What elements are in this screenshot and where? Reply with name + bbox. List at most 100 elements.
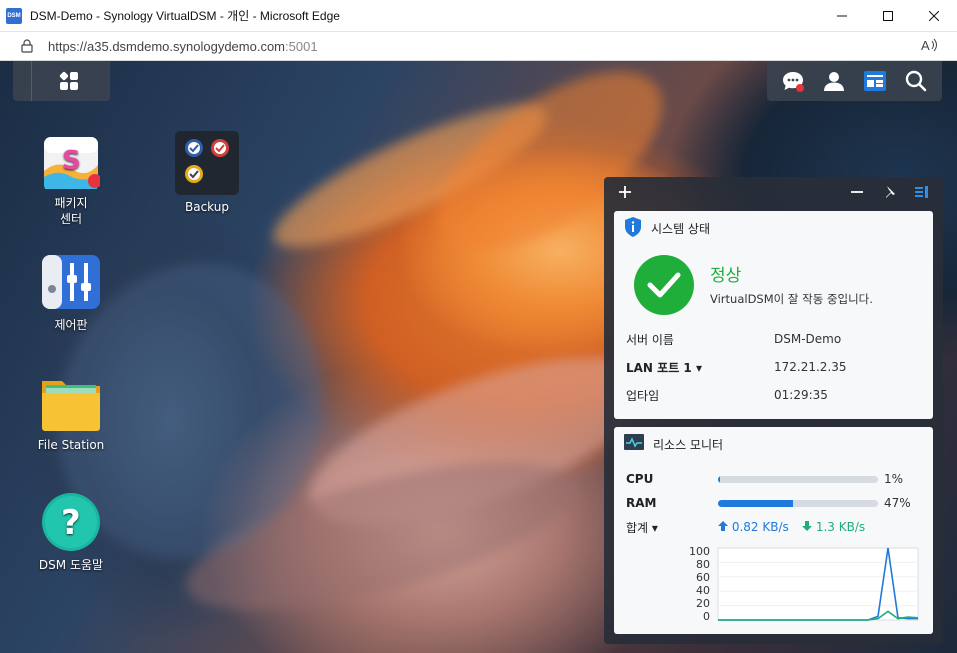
url-text[interactable]: https://a35.dsmdemo.synologydemo.com:500… [48,39,318,54]
ram-row: RAM 47% [614,491,933,515]
resource-monitor-title: 리소스 모니터 [653,437,724,452]
dsm-app-icon: DSM [6,7,22,24]
dsm-desktop[interactable]: S 패키지 센터 Backup 제어판 File Station ? DSM 도… [0,61,957,653]
close-icon [929,11,939,21]
minimize-widget-button[interactable] [848,183,866,201]
ram-percent: 47% [884,496,911,510]
y-tick-label: 100 [689,545,710,558]
y-tick-label: 60 [696,571,710,584]
read-aloud-icon[interactable]: A [921,38,939,56]
system-status-title: 시스템 상태 [651,221,711,236]
pin-widget-button[interactable] [880,183,898,201]
y-tick-label: 0 [703,610,710,623]
svg-text:S: S [62,146,81,176]
system-status-widget: 시스템 상태 정상 VirtualDSM이 잘 작동 중입니다. 서버 이름 D… [614,211,933,419]
arrow-up-icon [718,521,728,531]
status-summary: 정상 VirtualDSM이 잘 작동 중입니다. [614,245,933,315]
network-chart: 100 80 60 40 20 0 [614,539,933,629]
widgets-icon [863,71,886,91]
ram-usage-fill [718,499,794,507]
system-info-table: 서버 이름 DSM-Demo LAN 포트 1 ▾ 172.21.2.35 업타… [626,325,926,409]
url-main: https://a35.dsmdemo.synologydemo.com [48,38,286,54]
taskbar-left [13,61,110,101]
arrow-down-icon [802,521,812,531]
info-row-server-name: 서버 이름 DSM-Demo [626,325,926,353]
svg-text:A: A [921,38,930,52]
help-icon: ? [42,493,100,551]
layout-icon [915,186,928,198]
main-menu-icon[interactable] [59,71,78,90]
control-panel-icon [42,253,100,311]
cpu-usage-bar [718,475,878,483]
info-value: 01:29:35 [774,388,828,402]
widgets-button[interactable] [861,67,889,95]
search-button[interactable] [902,67,930,95]
notifications-button[interactable] [779,67,807,95]
resource-monitor-header: 리소스 모니터 [614,427,933,461]
upload-rate: 0.82 KB/s [718,520,789,534]
cpu-row: CPU 1% [614,467,933,491]
minimize-button[interactable] [819,0,865,32]
desktop-icon-file-station[interactable]: File Station [28,373,114,453]
resource-rows: CPU 1% RAM 47% 합계 ▾ 0.82 KB/s 1.3 KB/s [614,467,933,539]
desktop-icon-dsm-help[interactable]: ? DSM 도움말 [28,493,114,573]
lan-port-dropdown[interactable]: LAN 포트 1 ▾ [626,359,774,376]
cpu-percent: 1% [884,472,904,486]
download-rate: 1.3 KB/s [802,520,865,534]
widget-layout-button[interactable] [913,183,931,201]
network-chart-plot [717,547,919,621]
file-station-icon [42,373,100,431]
download-value: 1.3 KB/s [815,520,866,534]
backup-label: Backup [185,200,229,214]
file-station-label: File Station [37,438,105,452]
minimize-icon [837,15,847,17]
system-status-header: 시스템 상태 [614,211,933,245]
info-key: 서버 이름 [626,332,674,347]
minus-icon [851,191,863,193]
package-center-icon: S [42,131,102,192]
status-text: 정상 [710,266,742,286]
user-icon [824,72,845,91]
maximize-icon [883,11,893,21]
cpu-usage-fill [718,475,720,483]
cpu-label: CPU [626,472,654,486]
info-key: 업타임 [626,388,660,403]
info-shield-icon [624,216,642,240]
widget-panel: 시스템 상태 정상 VirtualDSM이 잘 작동 중입니다. 서버 이름 D… [604,177,943,644]
search-icon [905,70,926,92]
resource-monitor-widget: 리소스 모니터 CPU 1% RAM 47% 합계 ▾ 0.82 KB/s 1.… [614,427,933,634]
chat-bubble-icon [783,72,805,92]
desktop-icon-package-center[interactable]: S 패키지 센터 [28,131,114,227]
close-button[interactable] [911,0,957,32]
upload-value: 0.82 KB/s [731,520,789,534]
chart-background [717,547,919,621]
desktop-icon-control-panel[interactable]: 제어판 [28,253,114,333]
network-row: 합계 ▾ 0.82 KB/s 1.3 KB/s [614,515,933,539]
info-value: DSM-Demo [774,332,842,346]
y-tick-label: 40 [696,584,710,597]
info-row-uptime: 업타임 01:29:35 [626,381,926,409]
y-tick-label: 20 [696,597,710,610]
address-bar[interactable]: https://a35.dsmdemo.synologydemo.com:500… [0,32,957,61]
info-value: 172.21.2.35 [774,360,847,374]
maximize-button[interactable] [865,0,911,32]
desktop-icon-backup[interactable]: Backup [164,131,250,215]
window-controls [819,0,957,32]
monitor-icon [624,433,644,455]
package-center-label: 패키지 센터 [54,196,88,226]
plus-icon [619,186,631,198]
y-tick-label: 80 [696,558,710,571]
ok-check-icon [634,255,694,315]
total-dropdown[interactable]: 합계 ▾ [614,519,706,536]
window-title: DSM-Demo - Synology VirtualDSM - 개인 - Mi… [30,9,340,23]
taskbar-divider [31,61,32,101]
widget-toolbar [604,177,943,207]
add-widget-button[interactable] [616,183,634,201]
pin-icon [886,186,895,198]
ram-usage-bar [718,499,878,507]
status-message: VirtualDSM이 잘 작동 중입니다. [710,292,873,306]
lock-icon[interactable] [20,39,34,53]
dsm-help-label: DSM 도움말 [38,558,104,572]
backup-icon [175,131,239,195]
user-button[interactable] [820,67,848,95]
